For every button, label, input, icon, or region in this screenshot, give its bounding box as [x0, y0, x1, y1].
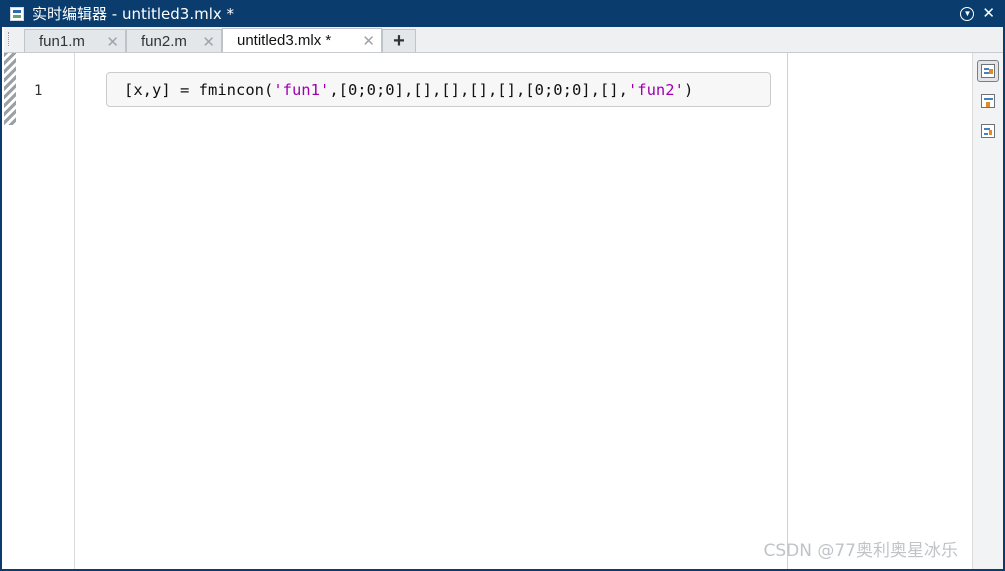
output-inline-icon: [981, 94, 995, 108]
tab-label: untitled3.mlx *: [237, 32, 332, 49]
tab-untitled3[interactable]: untitled3.mlx * ✕: [222, 28, 382, 52]
output-on-right-icon: [981, 64, 995, 78]
code-line[interactable]: [x,y] = fmincon('fun1' ,[0;0;0],[],[],[],…: [106, 72, 771, 107]
hide-code-icon: [981, 124, 995, 138]
tab-fun1[interactable]: fun1.m ✕: [24, 29, 126, 52]
watermark: CSDN @77奥利奥星冰乐: [763, 541, 958, 561]
output-on-right-button[interactable]: [977, 60, 999, 82]
tab-close-icon[interactable]: ✕: [202, 33, 215, 51]
code-text: [x,y] = fmincon(: [124, 80, 274, 99]
tab-close-icon[interactable]: ✕: [106, 33, 119, 51]
tab-bar: fun1.m ✕ fun2.m ✕ untitled3.mlx * ✕ +: [4, 27, 1003, 53]
code-text: ,[0;0;0],[],[],[],[],[0;0;0],[],: [329, 80, 628, 99]
tab-label: fun1.m: [39, 32, 85, 50]
tab-grip-handle[interactable]: [8, 32, 11, 46]
code-text: ): [683, 80, 694, 99]
close-icon[interactable]: ✕: [982, 6, 995, 21]
tab-label: fun2.m: [141, 32, 187, 50]
output-pane-divider[interactable]: [787, 53, 788, 569]
live-editor-icon: [10, 6, 24, 21]
window-title: 实时编辑器 - untitled3.mlx *: [32, 5, 235, 23]
hide-code-button[interactable]: [977, 120, 999, 142]
window-options-icon[interactable]: ▼: [960, 6, 975, 21]
string-literal: 'fun1': [273, 80, 330, 99]
title-controls: ▼ ✕: [960, 6, 995, 21]
tab-fun2[interactable]: fun2.m ✕: [126, 29, 222, 52]
view-toolbar: [972, 53, 1003, 569]
line-number: 1: [34, 83, 43, 99]
add-tab-button[interactable]: +: [382, 29, 416, 52]
tab-close-icon[interactable]: ✕: [362, 32, 375, 50]
live-editor-window: 实时编辑器 - untitled3.mlx * ▼ ✕ fun1.m ✕ fun…: [0, 0, 1005, 571]
output-inline-button[interactable]: [977, 90, 999, 112]
editor-area[interactable]: 1 [x,y] = fmincon('fun1' ,[0;0;0],[],[],[…: [4, 53, 972, 569]
title-bar[interactable]: 实时编辑器 - untitled3.mlx * ▼ ✕: [2, 0, 1005, 27]
string-literal: 'fun2': [627, 80, 684, 99]
line-number-gutter: 1: [4, 53, 75, 569]
